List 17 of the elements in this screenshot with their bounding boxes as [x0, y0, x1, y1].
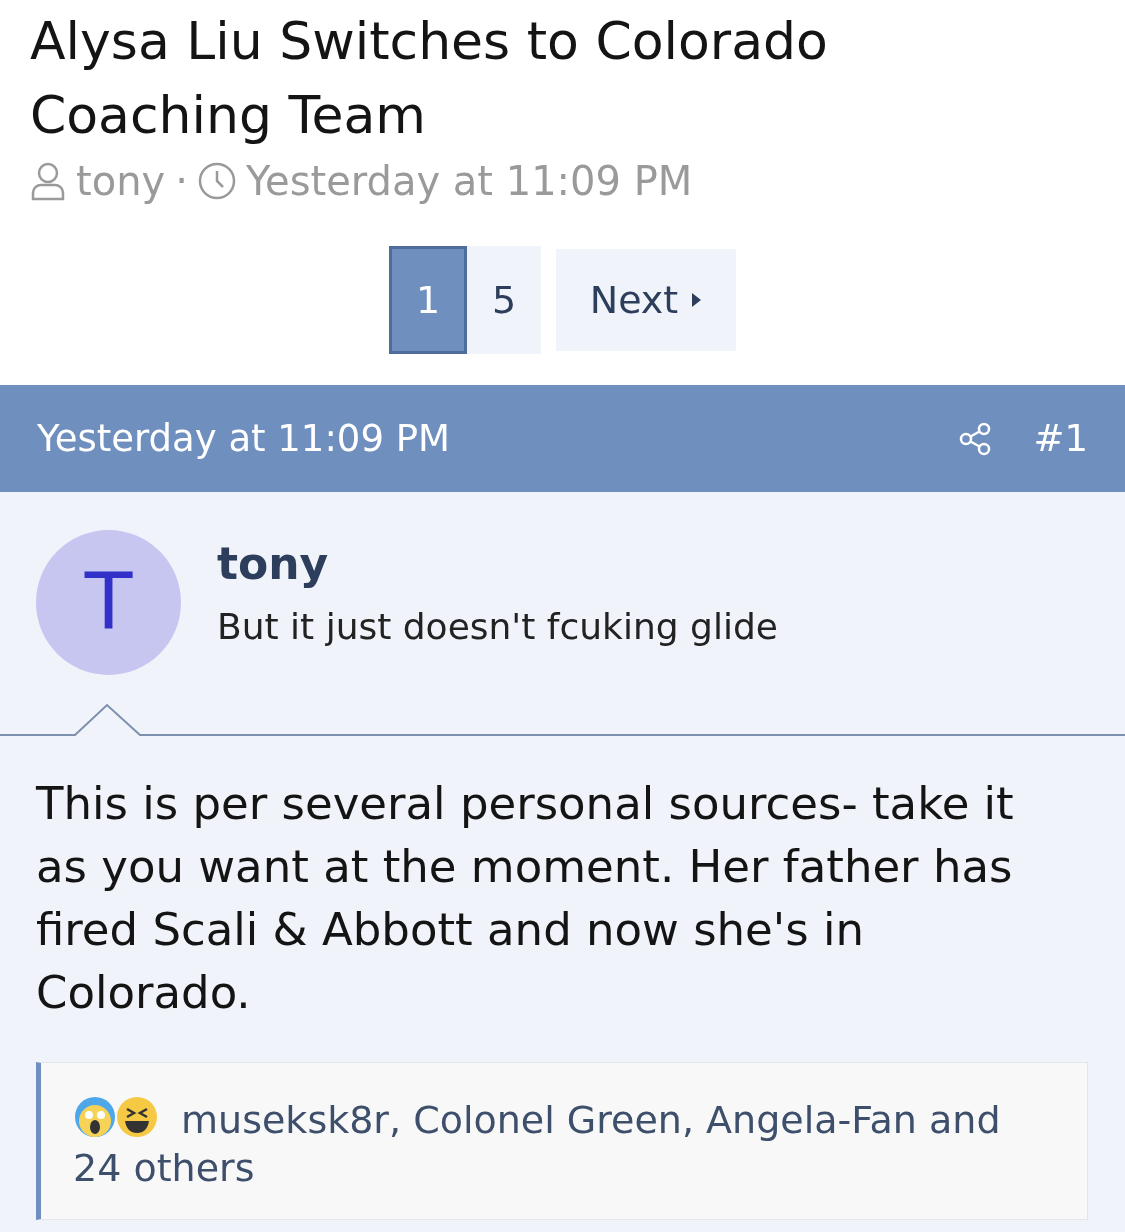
- caret-icon: [690, 290, 703, 310]
- user-icon: [30, 161, 66, 201]
- post-author[interactable]: tony: [217, 536, 778, 592]
- separator: ·: [175, 157, 188, 206]
- next-page-button[interactable]: Next: [556, 249, 736, 351]
- thread-author[interactable]: tony: [76, 156, 166, 206]
- clock-icon: [197, 162, 236, 200]
- post-body: This is per several personal sources- take it as you want at the moment. Her father has fired Scali & Abbott and now she's in Colorado.: [36, 776, 1015, 1021]
- avatar[interactable]: T: [36, 530, 181, 675]
- user-signature: But it just doesn't fcuking glide: [217, 605, 778, 649]
- page-button[interactable]: 1: [389, 246, 467, 354]
- thread-title: Alysa Liu Switches to Colorado Coaching Team: [30, 10, 829, 147]
- reactions-link[interactable]: museksk8r, Colonel Green, Angela-Fan and 24 others: [73, 1095, 1055, 1192]
- thread-date[interactable]: Yesterday at 11:09 PM: [245, 156, 693, 206]
- post-date[interactable]: Yesterday at 11:09 PM: [37, 410, 450, 467]
- page-button[interactable]: 5: [467, 246, 541, 354]
- post-number[interactable]: #1: [1033, 410, 1088, 467]
